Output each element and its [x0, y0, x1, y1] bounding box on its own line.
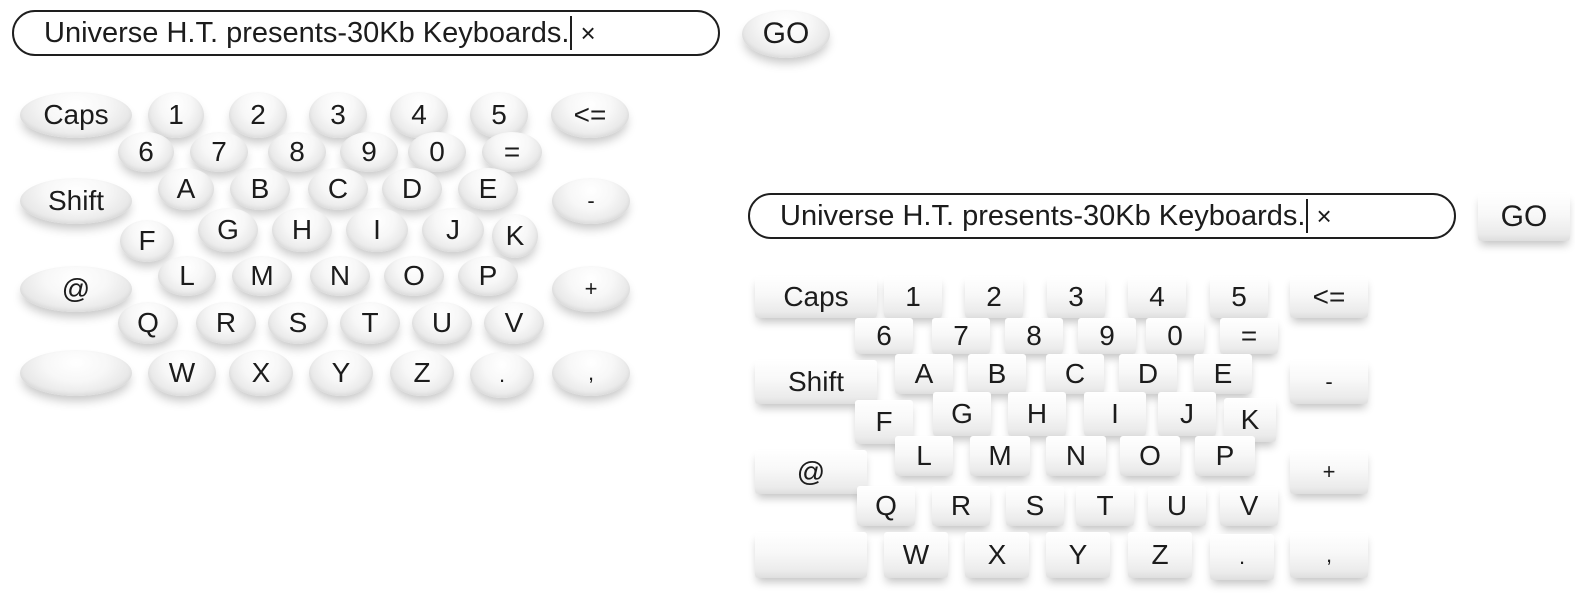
square-search-input[interactable]: Universe H.T. presents-30Kb Keyboards. × — [748, 193, 1456, 239]
square-key-at[interactable]: @ — [755, 450, 867, 494]
square-key-y[interactable]: Y — [1046, 532, 1110, 578]
square-key-i[interactable]: I — [1084, 392, 1146, 436]
square-key-z[interactable]: Z — [1128, 532, 1192, 578]
square-key-comma[interactable]: , — [1290, 532, 1368, 578]
square-key-t[interactable]: T — [1076, 486, 1134, 526]
square-key-x[interactable]: X — [965, 532, 1029, 578]
square-key-j[interactable]: J — [1158, 392, 1216, 436]
square-key-w[interactable]: W — [884, 532, 948, 578]
square-key-d5[interactable]: 5 — [1210, 276, 1268, 318]
square-key-m[interactable]: M — [970, 436, 1030, 476]
search-text: Universe H.T. presents-30Kb Keyboards. — [750, 199, 1309, 233]
square-key-b[interactable]: B — [968, 354, 1026, 394]
square-key-v[interactable]: V — [1220, 486, 1278, 526]
square-key-space[interactable] — [755, 532, 867, 578]
square-key-u[interactable]: U — [1148, 486, 1206, 526]
square-key-q[interactable]: Q — [857, 486, 915, 526]
square-key-plus[interactable]: + — [1290, 450, 1368, 494]
square-key-d0[interactable]: 0 — [1146, 318, 1204, 354]
square-key-h[interactable]: H — [1008, 392, 1066, 436]
square-key-minus[interactable]: - — [1290, 360, 1368, 404]
square-go-button[interactable]: GO — [1478, 193, 1570, 241]
square-key-p[interactable]: P — [1195, 436, 1255, 476]
square-key-r[interactable]: R — [932, 486, 990, 526]
square-key-d8[interactable]: 8 — [1005, 318, 1063, 354]
square-key-n[interactable]: N — [1046, 436, 1106, 476]
square-key-o[interactable]: O — [1120, 436, 1180, 476]
square-key-l[interactable]: L — [895, 436, 953, 476]
square-key-e[interactable]: E — [1194, 354, 1252, 394]
square-key-d6[interactable]: 6 — [855, 318, 913, 354]
square-key-c[interactable]: C — [1046, 354, 1104, 394]
square-key-d2[interactable]: 2 — [965, 276, 1023, 318]
square-key-g[interactable]: G — [933, 392, 991, 436]
square-key-d9[interactable]: 9 — [1078, 318, 1136, 354]
square-key-backspace[interactable]: <= — [1290, 276, 1368, 318]
square-key-caps[interactable]: Caps — [755, 276, 877, 318]
square-key-shift[interactable]: Shift — [755, 360, 877, 404]
square-key-d1[interactable]: 1 — [884, 276, 942, 318]
square-key-period[interactable]: . — [1210, 534, 1274, 580]
square-key-equals[interactable]: = — [1220, 318, 1278, 354]
clear-icon[interactable]: × — [1316, 201, 1331, 231]
square-key-d7[interactable]: 7 — [932, 318, 990, 354]
square-key-d[interactable]: D — [1119, 354, 1177, 394]
square-key-s[interactable]: S — [1006, 486, 1064, 526]
square-key-a[interactable]: A — [895, 354, 953, 394]
square-key-d3[interactable]: 3 — [1047, 276, 1105, 318]
keyboard-square: Universe H.T. presents-30Kb Keyboards. × G… — [0, 0, 1575, 608]
square-key-d4[interactable]: 4 — [1128, 276, 1186, 318]
